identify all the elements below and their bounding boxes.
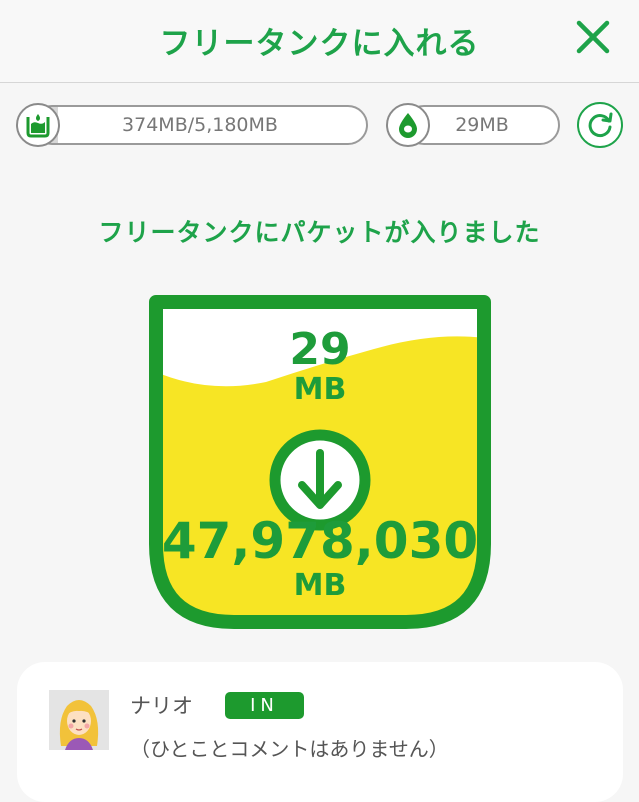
added-unit: MB: [293, 372, 347, 407]
drop-icon: [386, 103, 430, 147]
page-title: フリータンクに入れる: [159, 26, 480, 62]
close-icon: [576, 20, 610, 54]
user-card[interactable]: ナリオ IN （ひとことコメントはありません）: [17, 662, 623, 802]
status-message: フリータンクにパケットが入りました: [98, 218, 541, 247]
gauge-row: 374MB/5,180MB 29MB: [0, 102, 639, 149]
status-badge: IN: [225, 692, 304, 719]
packet-tank: 29 MB 47,978,030 MB: [148, 294, 492, 630]
total-amount: 47,978,030: [161, 512, 479, 570]
added-amount: 29: [289, 324, 351, 375]
refresh-button[interactable]: [577, 102, 623, 148]
tank-capacity-gauge: 374MB/5,180MB: [32, 105, 368, 145]
header: フリータンクに入れる: [0, 0, 639, 83]
close-button[interactable]: [574, 18, 612, 56]
total-unit: MB: [293, 568, 347, 603]
refresh-icon: [588, 112, 613, 137]
user-name: ナリオ: [130, 694, 193, 718]
user-comment: （ひとことコメントはありません）: [130, 737, 449, 761]
tank-capacity-text: 374MB/5,180MB: [122, 114, 278, 136]
tank-icon: [16, 103, 60, 147]
avatar: [49, 690, 109, 750]
